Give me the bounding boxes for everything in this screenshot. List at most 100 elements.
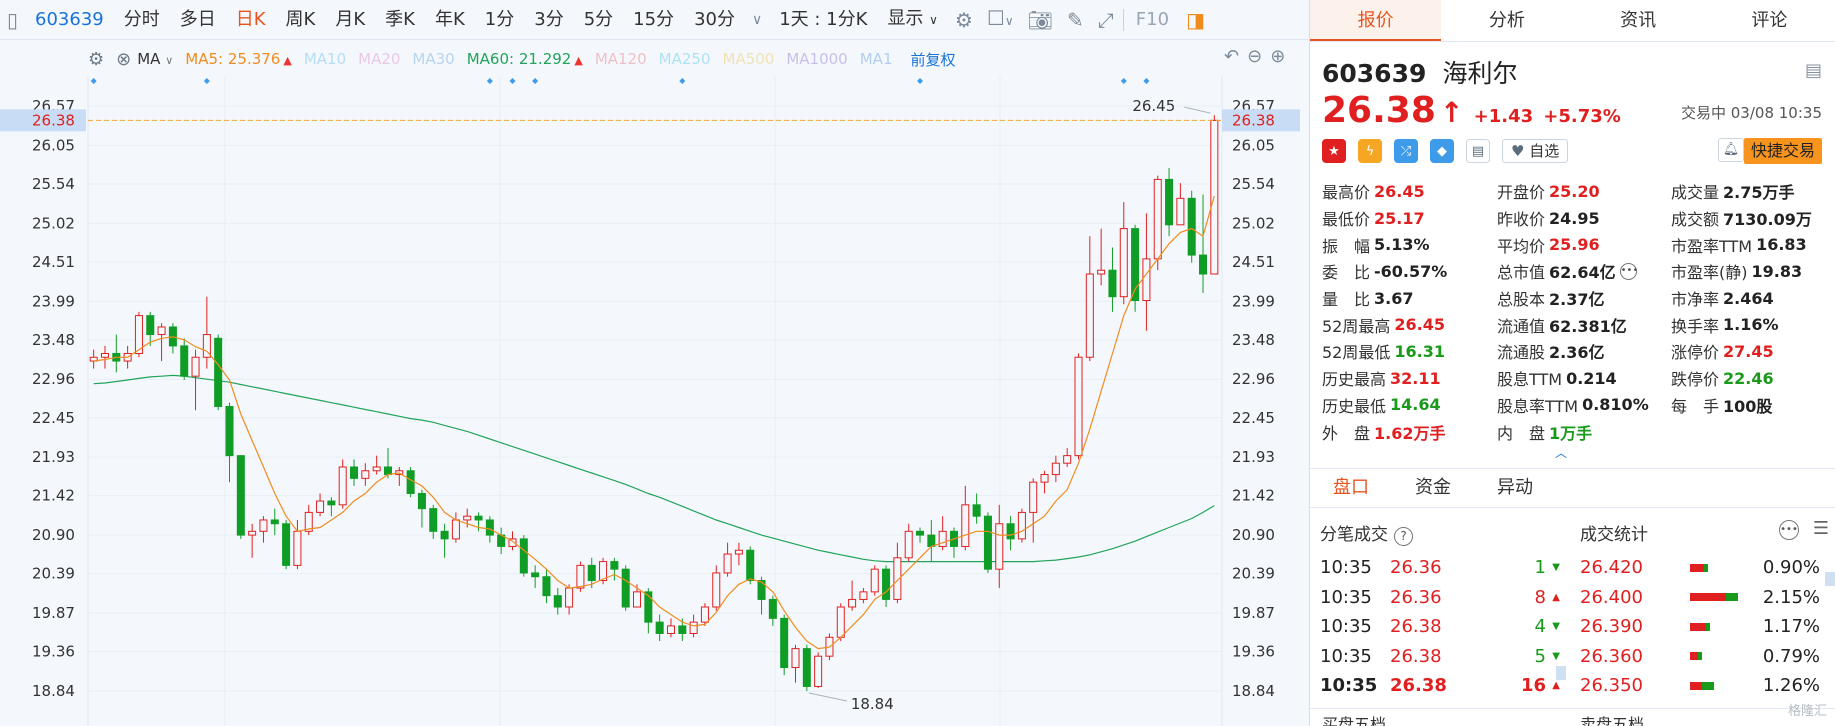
undo-icon[interactable]: ↶ — [1224, 46, 1239, 67]
pencil-icon[interactable]: ✎ — [1060, 0, 1091, 40]
panel-toggle-icon[interactable]: ◨ — [1179, 0, 1212, 40]
candle-down — [746, 549, 755, 582]
bell-icon[interactable]: 🔔︎ — [1718, 138, 1744, 162]
quote-label: 每 手 — [1671, 396, 1720, 416]
quote-grid: 最高价 26.45 开盘价 25.20 成交量 2.75万手 最低价 25.17 昨收价 24.9… — [1322, 178, 1832, 445]
ma-item-ma250[interactable]: MA250 — [659, 50, 711, 68]
stats-scrollbar[interactable] — [1825, 572, 1835, 586]
ma-item-ma20[interactable]: MA20 — [358, 50, 400, 68]
y-tick-label-right: 19.87 — [1232, 604, 1275, 622]
ma-item-ma10[interactable]: MA10 — [304, 50, 346, 68]
ma-item-ma30[interactable]: MA30 — [412, 50, 454, 68]
ma-selector[interactable]: MA ∨ — [137, 50, 173, 68]
quote-value: 0.214 — [1566, 368, 1617, 388]
panel-tab[interactable]: 资讯 — [1573, 0, 1704, 41]
period-tab[interactable]: 分时 — [114, 0, 170, 40]
adjust-restore-button[interactable]: 前复权 — [910, 49, 955, 70]
period-tab[interactable]: 季K — [375, 0, 425, 40]
quote-label: 开盘价 — [1497, 183, 1546, 203]
sub-tab[interactable]: 异动 — [1474, 469, 1556, 507]
add-watchlist-button[interactable]: ♥ 自选 — [1502, 139, 1569, 163]
period-tab[interactable]: 30分 — [684, 0, 745, 40]
candle-down — [406, 470, 415, 494]
ma-item-ma5[interactable]: MA5: 25.376 ▲ — [185, 50, 292, 68]
trade-list: 10:35 26.36 1 ▼ 10:35 26.36 8 ▲ 10:35 26.38 4 ▼ 10:3… — [1320, 553, 1560, 701]
more-options-icon[interactable]: ••• — [1619, 262, 1638, 280]
period-tab[interactable]: 5分 — [574, 0, 623, 40]
period-tab[interactable]: 周K — [276, 0, 326, 40]
fast-trade-button[interactable]: 快捷交易 — [1743, 138, 1822, 164]
ma-item-ma500[interactable]: MA500 — [723, 50, 775, 68]
ma-item-ma1[interactable]: MA1 — [860, 50, 893, 68]
period-tab[interactable]: 年K — [425, 0, 475, 40]
period-tab[interactable]: 月K — [325, 0, 375, 40]
period-tab[interactable]: 1分 — [475, 0, 524, 40]
sub-tab[interactable]: 盘口 — [1310, 469, 1392, 507]
triangle-down-icon: ▼ — [1552, 562, 1560, 574]
sub-tabs: 盘口 资金 异动 — [1310, 468, 1835, 508]
help-icon[interactable]: ? — [1394, 527, 1413, 546]
stock-code-tab[interactable]: 603639 — [25, 0, 114, 40]
more-options-icon[interactable]: ••• — [1779, 520, 1799, 540]
quote-cell: 历史最低 14.64 — [1322, 393, 1497, 417]
gear-icon[interactable]: ⚙ — [948, 0, 980, 40]
stat-bar — [1690, 681, 1750, 690]
candle-up — [633, 591, 642, 608]
quote-value: 19.83 — [1751, 261, 1803, 281]
tag-icon[interactable]: ◆ — [1430, 139, 1454, 163]
china-flag-icon[interactable]: ★ — [1322, 139, 1346, 163]
quote-value: 2.37亿 — [1549, 290, 1605, 310]
period-tab[interactable]: 日K — [226, 0, 276, 40]
lightning-icon[interactable]: ϟ — [1358, 139, 1382, 163]
trades-scrollbar[interactable] — [1556, 666, 1566, 680]
kline-chart[interactable]: 26.57 26.5726.05 26.0525.54 25.5425.02 25.02… — [0, 76, 1308, 726]
candle-up — [316, 500, 325, 513]
period-tabs: 分时 多日 日K 周K 月K 季K 年K 1分 3分 5分 15分 30分 — [114, 0, 745, 40]
fullscreen-icon[interactable]: ⤢ — [1091, 0, 1121, 40]
zoom-out-icon[interactable]: ⊖ — [1247, 46, 1262, 67]
sidebar-toggle-icon[interactable]: ▯ — [0, 0, 25, 40]
stat-price: 26.390 — [1580, 616, 1643, 638]
chevron-down-icon[interactable]: ∨ — [745, 0, 769, 40]
period-tab[interactable]: 15分 — [623, 0, 684, 40]
period-tab[interactable]: 多日 — [170, 0, 226, 40]
heart-icon: ♥ — [1511, 142, 1525, 160]
candle-up — [700, 606, 709, 623]
trade-row: 10:35 26.38 5 ▼ — [1320, 642, 1560, 672]
panel-tab[interactable]: 评论 — [1704, 0, 1835, 41]
trade-row: 10:35 26.38 4 ▼ — [1320, 612, 1560, 642]
quote-label: 量 比 — [1322, 290, 1371, 310]
quote-label: 振 幅 — [1322, 236, 1371, 256]
ma-item-ma1000[interactable]: MA1000 — [786, 50, 847, 68]
ma-item-ma120[interactable]: MA120 — [595, 50, 647, 68]
candle-down — [621, 568, 630, 608]
shuffle-icon[interactable]: ⤮ — [1394, 139, 1418, 163]
period-tab[interactable]: 3分 — [524, 0, 573, 40]
layout-square-icon[interactable]: ☐∨ — [980, 0, 1021, 41]
sub-tab[interactable]: 资金 — [1392, 469, 1474, 507]
note-icon[interactable]: ▤ — [1466, 139, 1490, 163]
camera-icon[interactable]: 📷︎ — [1021, 0, 1060, 40]
y-tick-label-left: 22.45 — [32, 409, 75, 427]
quote-label: 总股本 — [1497, 290, 1546, 310]
ma-item-ma60[interactable]: MA60: 21.292 ▲ — [467, 50, 583, 68]
settings-icon[interactable]: ⚙ — [82, 49, 110, 70]
candle-down — [383, 466, 392, 476]
quote-value: 24.95 — [1549, 208, 1600, 228]
panel-tab[interactable]: 分析 — [1441, 0, 1572, 41]
stock-tag-icons: ★ ϟ ⤮ ◆ ▤ ♥ 自选 🔔︎ 快捷交易 — [1322, 138, 1822, 164]
ma-name: MA120 — [594, 50, 647, 68]
y-tick-label-right: 23.99 — [1232, 292, 1275, 310]
panel-tab[interactable]: 报价 — [1310, 0, 1442, 41]
sell5-label: 卖盘五档 — [1580, 715, 1645, 726]
menu-icon[interactable]: ☰ — [1813, 518, 1829, 539]
period-select[interactable]: 1天 : 1分K — [769, 0, 877, 40]
candle-up — [859, 591, 868, 600]
f10-button[interactable]: F10 — [1126, 0, 1179, 40]
close-circle-icon[interactable]: ⊗ — [110, 49, 137, 70]
display-menu[interactable]: 显示 ∨ — [877, 0, 948, 40]
collapse-caret-icon[interactable]: ︿ — [1555, 444, 1567, 461]
ma-name: MA500 — [722, 50, 775, 68]
zoom-in-icon[interactable]: ⊕ — [1270, 46, 1285, 67]
list-icon[interactable]: ▤ — [1805, 60, 1822, 81]
